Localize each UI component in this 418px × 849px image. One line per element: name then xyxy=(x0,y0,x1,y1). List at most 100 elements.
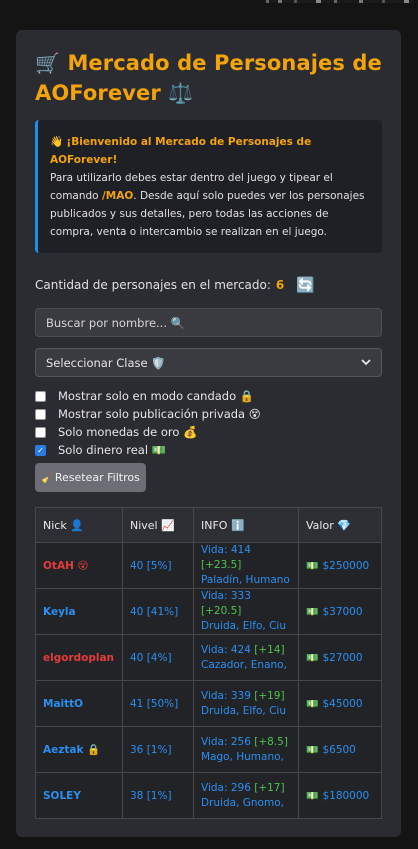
vida-value: Vida: 414 xyxy=(201,544,251,556)
table-row[interactable]: elgordoplan 40 [4%] Vida: 424 [+14] Cazador… xyxy=(35,634,382,681)
valor-value: $27000 xyxy=(322,651,363,664)
cell-valor: 💵 $45000 xyxy=(298,680,382,727)
valor-value: $180000 xyxy=(322,789,370,802)
info-class-race: Druida, Elfo, Ciu xyxy=(201,620,286,632)
info-vida: Vida: 296 [+17] xyxy=(201,781,291,796)
filter-label: Solo dinero real 💵 xyxy=(58,443,167,457)
cell-valor: 💵 $37000 xyxy=(298,588,382,635)
search-input[interactable] xyxy=(35,308,382,337)
filter-label: Solo monedas de oro 💰 xyxy=(58,425,198,439)
cell-nick[interactable]: OtAH 😵 xyxy=(35,542,123,589)
market-table: Nick 👤 Nivel 📈 INFO ℹ️ Valor 💎 OtAH 😵 40 … xyxy=(35,507,382,819)
money-icon: 💵 xyxy=(306,560,319,572)
vida-gain: [+17] xyxy=(254,781,285,794)
wave-icon: 👋 xyxy=(50,136,64,148)
info-vida: Vida: 339 [+19] xyxy=(201,689,291,704)
money-icon: 💵 xyxy=(306,790,319,802)
header-info[interactable]: INFO ℹ️ xyxy=(193,507,299,543)
cell-nivel: 40 [5%] xyxy=(122,542,194,589)
vida-gain: [+19] xyxy=(254,689,285,702)
header-nick[interactable]: Nick 👤 xyxy=(35,507,123,543)
count-label: Cantidad de personajes en el mercado: xyxy=(35,278,271,292)
info-vida: Vida: 256 [+8.5] xyxy=(201,735,291,750)
cell-valor: 💵 $6500 xyxy=(298,726,382,773)
cell-info: Vida: 414 [+23.5] Paladín, Humano xyxy=(193,542,299,589)
checkbox[interactable] xyxy=(35,390,46,402)
valor-value: $250000 xyxy=(322,559,370,572)
class-select-value: Seleccionar Clase 🛡️ xyxy=(46,355,166,370)
filter-label: Mostrar solo en modo candado 🔒 xyxy=(58,389,255,403)
money-icon: 💵 xyxy=(306,652,319,664)
vida-value: Vida: 256 xyxy=(201,735,251,748)
info-class-race: Paladín, Humano xyxy=(201,574,290,586)
filter-label: Mostrar solo publicación privada 😵 xyxy=(58,407,261,421)
checkbox[interactable]: ✓ xyxy=(35,444,46,456)
vida-gain: [+23.5] xyxy=(201,559,242,571)
cell-nivel: 41 [50%] xyxy=(122,680,194,727)
vida-value: Vida: 339 xyxy=(201,689,251,702)
cell-nivel: 38 [1%] xyxy=(122,772,194,819)
info-vida: Vida: 333 [+20.5] xyxy=(201,589,291,619)
checkbox[interactable] xyxy=(35,408,46,420)
table-row[interactable]: MaittO 41 [50%] Vida: 339 [+19] Druida, Elf… xyxy=(35,680,382,727)
count-value: 6 xyxy=(275,278,285,292)
header-valor[interactable]: Valor 💎 xyxy=(298,507,382,543)
scales-icon: ⚖️ xyxy=(168,81,194,105)
filter-checkbox-row[interactable]: Solo monedas de oro 💰 xyxy=(35,423,382,441)
table-header-row: Nick 👤 Nivel 📈 INFO ℹ️ Valor 💎 xyxy=(35,507,382,543)
info-class-race: Cazador, Enano, xyxy=(201,658,287,671)
cell-valor: 💵 $27000 xyxy=(298,634,382,681)
reset-filters-label: Resetear Filtros xyxy=(54,471,140,484)
welcome-heading: ¡Bienvenido al Mercado de Personajes de … xyxy=(50,136,312,166)
info-class-race: Mago, Humano, xyxy=(201,750,284,763)
page-title: 🛒 Mercado de Personajes de AOForever ⚖️ xyxy=(35,48,382,108)
table-row[interactable]: SOLEY 38 [1%] Vida: 296 [+17] Druida, Gnomo… xyxy=(35,772,382,819)
cell-nick[interactable]: SOLEY xyxy=(35,772,123,819)
cell-info: Vida: 296 [+17] Druida, Gnomo, xyxy=(193,772,299,819)
vida-value: Vida: 296 xyxy=(201,781,251,794)
filter-checkbox-row[interactable]: Mostrar solo publicación privada 😵 xyxy=(35,405,382,423)
top-edge-decoration xyxy=(264,0,414,3)
info-class-race: Druida, Gnomo, xyxy=(201,796,284,809)
broom-icon: 🧹 xyxy=(41,471,55,484)
valor-value: $37000 xyxy=(322,605,363,618)
market-panel: 🛒 Mercado de Personajes de AOForever ⚖️ … xyxy=(16,30,401,837)
cell-info: Vida: 256 [+8.5] Mago, Humano, xyxy=(193,726,299,773)
class-select[interactable]: Seleccionar Clase 🛡️ xyxy=(35,348,382,377)
vida-gain: [+20.5] xyxy=(201,605,242,617)
valor-value: $45000 xyxy=(322,697,363,710)
info-vida: Vida: 414 [+23.5] xyxy=(201,543,291,573)
checkbox[interactable] xyxy=(35,426,46,438)
cell-info: Vida: 339 [+19] Druida, Elfo, Ciu xyxy=(193,680,299,727)
vida-value: Vida: 424 xyxy=(201,643,251,656)
valor-value: $6500 xyxy=(322,743,356,756)
header-nivel[interactable]: Nivel 📈 xyxy=(122,507,194,543)
cell-nick[interactable]: elgordoplan xyxy=(35,634,123,681)
cell-nivel: 40 [4%] xyxy=(122,634,194,681)
money-icon: 💵 xyxy=(306,698,319,710)
vida-value: Vida: 333 xyxy=(201,590,251,602)
refresh-icon[interactable]: 🔄 xyxy=(296,276,315,294)
chevron-down-icon xyxy=(361,359,371,366)
welcome-info-box: 👋 ¡Bienvenido al Mercado de Personajes d… xyxy=(35,120,382,253)
cell-nivel: 40 [41%] xyxy=(122,588,194,635)
money-icon: 💵 xyxy=(306,606,319,618)
cell-nick[interactable]: MaittO xyxy=(35,680,123,727)
cell-info: Vida: 333 [+20.5] Druida, Elfo, Ciu xyxy=(193,588,299,635)
filter-checkboxes: Mostrar solo en modo candado 🔒 Mostrar so… xyxy=(35,387,382,459)
reset-filters-button[interactable]: 🧹 Resetear Filtros xyxy=(35,463,146,492)
table-row[interactable]: Keyla 40 [41%] Vida: 333 [+20.5] Druida, El… xyxy=(35,588,382,635)
vida-gain: [+8.5] xyxy=(254,735,288,748)
cell-nick[interactable]: Keyla xyxy=(35,588,123,635)
filter-checkbox-row[interactable]: ✓ Solo dinero real 💵 xyxy=(35,441,382,459)
info-command: /MAO xyxy=(101,190,134,202)
cell-valor: 💵 $250000 xyxy=(298,542,382,589)
cell-valor: 💵 $180000 xyxy=(298,772,382,819)
info-vida: Vida: 424 [+14] xyxy=(201,643,291,658)
cart-icon: 🛒 xyxy=(35,51,61,75)
money-icon: 💵 xyxy=(306,744,319,756)
table-row[interactable]: Aeztak 🔒 36 [1%] Vida: 256 [+8.5] Mago, Hum… xyxy=(35,726,382,773)
cell-nick[interactable]: Aeztak 🔒 xyxy=(35,726,123,773)
table-row[interactable]: OtAH 😵 40 [5%] Vida: 414 [+23.5] Paladín, H… xyxy=(35,542,382,589)
filter-checkbox-row[interactable]: Mostrar solo en modo candado 🔒 xyxy=(35,387,382,405)
